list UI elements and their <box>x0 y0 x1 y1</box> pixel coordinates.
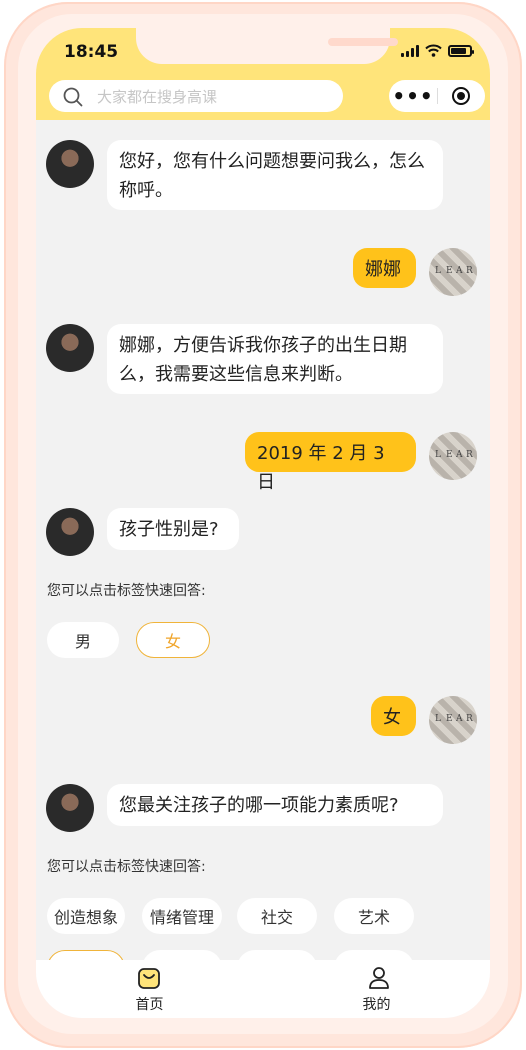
status-icons <box>401 44 474 57</box>
avatar-letter: E <box>446 450 453 460</box>
bot-message: 您好，您有什么问题想要问我么，怎么称呼。 <box>107 140 443 210</box>
gender-chip-female[interactable]: 女 <box>136 622 210 658</box>
mini-program-capsule: ••• <box>389 80 485 112</box>
battery-icon <box>448 44 474 57</box>
profile-icon <box>369 967 389 989</box>
notch <box>136 28 398 64</box>
screen: 18:45 ••• 您好，您有什么问题想要问我么，怎么称呼。 娜娜 L E A <box>36 28 490 1018</box>
gender-chip-male[interactable]: 男 <box>47 622 119 658</box>
tab-bar: 首页 我的 <box>36 960 490 1018</box>
avatar-letter: L <box>435 450 441 460</box>
status-time: 18:45 <box>64 42 119 62</box>
home-icon <box>138 968 160 989</box>
search-bar[interactable] <box>49 80 343 114</box>
user-avatar: L E A R <box>429 696 477 744</box>
signal-icon <box>401 44 419 57</box>
bot-avatar <box>46 140 94 188</box>
avatar-letter: A <box>456 266 463 276</box>
bot-message: 您最关注孩子的哪一项能力素质呢? <box>107 784 443 826</box>
avatar-letter: A <box>456 714 463 724</box>
avatar-letter: L <box>435 266 441 276</box>
user-avatar: L E A R <box>429 432 477 480</box>
user-message: 娜娜 <box>353 248 416 288</box>
wifi-icon <box>425 44 442 57</box>
tab-home[interactable]: 首页 <box>36 960 263 1018</box>
user-avatar: L E A R <box>429 248 477 296</box>
tab-profile[interactable]: 我的 <box>263 960 490 1018</box>
ability-chip-social[interactable]: 社交 <box>237 898 317 934</box>
user-message: 女 <box>371 696 416 736</box>
search-icon <box>63 87 83 107</box>
speaker-grille <box>328 38 398 46</box>
avatar-letter: R <box>466 450 473 460</box>
quick-reply-hint: 您可以点击标签快速回答: <box>47 583 206 599</box>
ability-chip-creativity[interactable]: 创造想象 <box>47 898 125 934</box>
bot-message: 孩子性别是? <box>107 508 239 550</box>
avatar-letter: E <box>446 266 453 276</box>
close-button[interactable] <box>437 80 485 112</box>
avatar-letter: R <box>466 714 473 724</box>
more-button[interactable]: ••• <box>389 80 437 112</box>
avatar-letter: R <box>466 266 473 276</box>
ability-chip-emotion[interactable]: 情绪管理 <box>142 898 222 934</box>
top-bar: 18:45 ••• <box>36 28 490 120</box>
ability-chip-art[interactable]: 艺术 <box>334 898 414 934</box>
avatar-letter: L <box>435 714 441 724</box>
bot-avatar <box>46 784 94 832</box>
user-message: 2019 年 2 月 3 日 <box>245 432 416 493</box>
avatar-letter: E <box>446 714 453 724</box>
bot-avatar <box>46 508 94 556</box>
bot-message: 娜娜，方便告诉我你孩子的出生日期么，我需要这些信息来判断。 <box>107 324 443 394</box>
bot-avatar <box>46 324 94 372</box>
quick-reply-hint: 您可以点击标签快速回答: <box>47 859 206 875</box>
avatar-letter: A <box>456 450 463 460</box>
tab-profile-label: 我的 <box>362 997 391 1013</box>
tab-home-label: 首页 <box>135 997 164 1013</box>
target-dot <box>457 92 465 100</box>
search-input[interactable] <box>95 80 335 114</box>
